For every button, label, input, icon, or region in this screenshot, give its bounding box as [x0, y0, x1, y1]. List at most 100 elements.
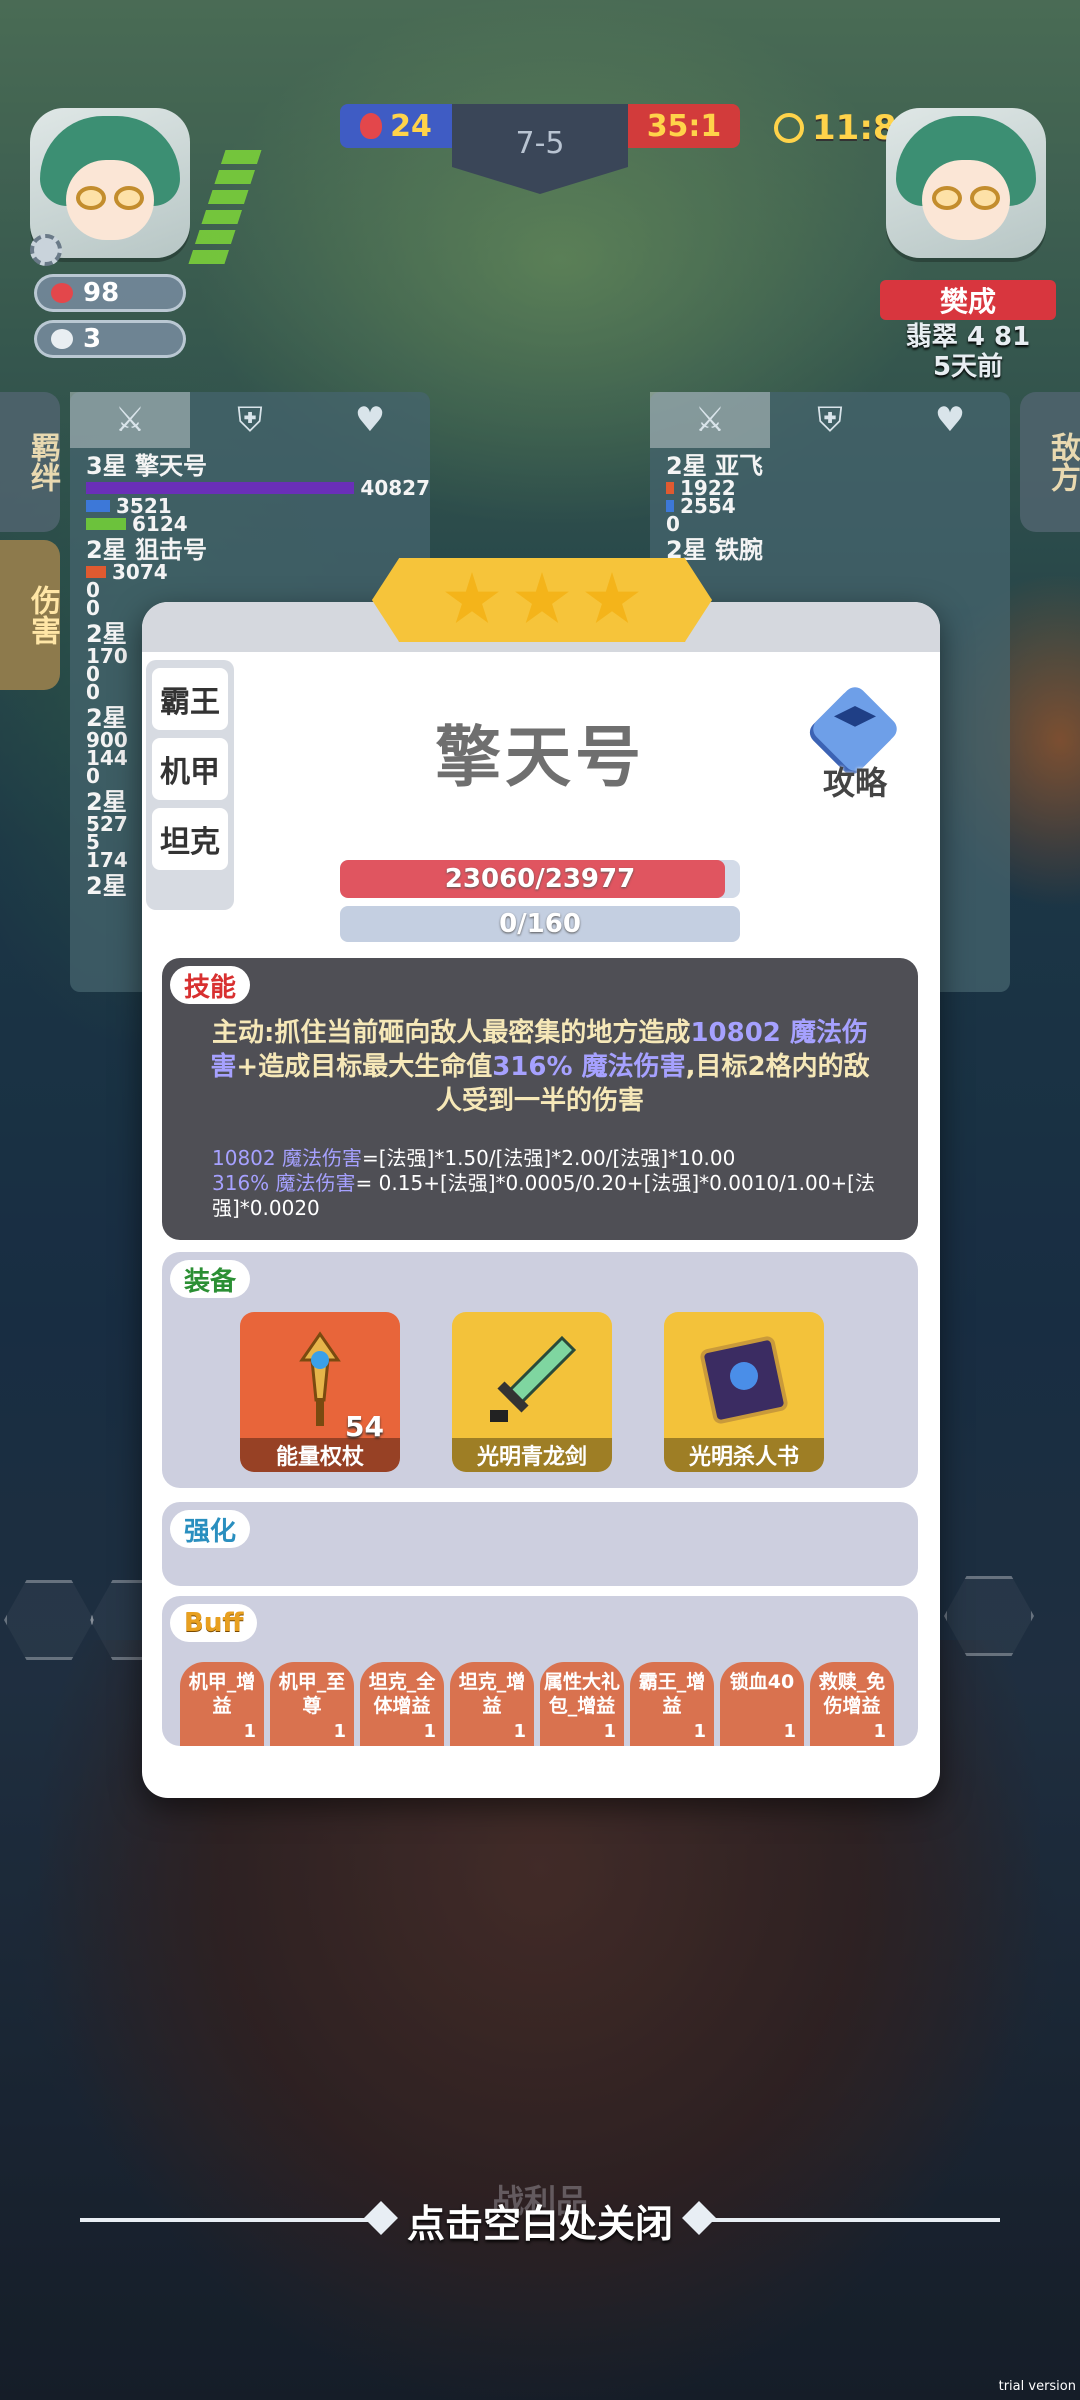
damage-value: 0 [86, 764, 100, 788]
shield-icon[interactable]: ⛨ [190, 392, 310, 448]
heart-icon[interactable]: ♥ [890, 392, 1010, 448]
shield-icon[interactable]: ⛨ [770, 392, 890, 448]
enemy-name: 樊成 [880, 280, 1056, 320]
watermark: trial version [998, 2379, 1076, 2394]
buff-item[interactable]: 锁血40 1 [720, 1662, 804, 1746]
equipment-name: 光明青龙剑 [452, 1438, 612, 1472]
list-item: 3星 擎天号 40827 3521 6124 [70, 454, 430, 536]
list-item: 2星 亚飞 1922 2554 0 [650, 452, 1010, 536]
skill-tag: 技能 [170, 966, 251, 1004]
score-right-value: 35:1 [646, 108, 722, 144]
round-indicator: 7-5 [452, 104, 628, 194]
sword-icon[interactable]: ⚔ [650, 392, 770, 448]
unit-row-name: 2星 狙击号 [86, 536, 208, 564]
sword-icon[interactable]: ⚔ [70, 392, 190, 448]
enemy-info: 翡翠 4 81 5天前 [880, 322, 1056, 382]
tab-enemy[interactable]: 敌方 [1020, 392, 1080, 532]
buff-name: 机甲_增益 [188, 1671, 256, 1717]
timer-value: 11:8 [812, 108, 897, 148]
skill-section: 技能 主动:抓住当前砸向敌人最密集的地方造成10802 魔法伤害+造成目标最大生… [162, 958, 918, 1240]
clock-icon [774, 113, 804, 143]
star-icon [585, 572, 639, 623]
buff-name: 坦克_增益 [458, 1671, 526, 1717]
damage-value: 6124 [132, 512, 188, 536]
buff-item[interactable]: 属性大礼包_增益 1 [540, 1662, 624, 1746]
buff-name: 机甲_至尊 [278, 1671, 346, 1717]
damage-value: 174 [86, 848, 128, 872]
guide-button[interactable]: 攻略 [800, 682, 910, 802]
round-timer: 11:8 [774, 108, 897, 148]
trait-list: 霸王 机甲 坦克 [146, 660, 234, 910]
buff-name: 坦克_全体增益 [368, 1671, 436, 1717]
book-icon [700, 1336, 788, 1424]
skill-description: 主动:抓住当前砸向敌人最密集的地方造成10802 魔法伤害+造成目标最大生命值3… [202, 1016, 878, 1118]
buff-count: 1 [783, 1721, 796, 1742]
enhance-tag: 强化 [170, 1510, 251, 1548]
gear-icon[interactable] [30, 234, 62, 266]
player-coins-pill: 3 [34, 320, 186, 358]
divider [80, 2218, 387, 2222]
heart-icon [51, 283, 73, 303]
unit-name: 擎天号 [435, 719, 645, 796]
star-icon [515, 572, 569, 623]
equipment-section: 装备 54 能量权杖 光明青龙剑 光明杀人书 [162, 1252, 918, 1488]
enemy-avatar[interactable] [886, 108, 1046, 258]
equipment-item[interactable]: 光明杀人书 [664, 1312, 824, 1472]
enhance-section: 强化 [162, 1502, 918, 1586]
unit-health-bar: 23060/23977 [340, 860, 740, 898]
buff-item[interactable]: 霸王_增益 1 [630, 1662, 714, 1746]
sword-icon [490, 1335, 577, 1422]
buff-name: 霸王_增益 [638, 1671, 706, 1717]
buff-item[interactable]: 机甲_增益 1 [180, 1662, 264, 1746]
list-item: 2星 铁腕 [650, 538, 1010, 562]
score-left-value: 24 [390, 108, 432, 144]
formula-label: 316% 魔法伤害 [212, 1171, 356, 1195]
skill-desc-text: +造成目标最大生命值 [236, 1052, 493, 1082]
tab-bond[interactable]: 羁绊 [0, 392, 60, 532]
buff-item[interactable]: 救赎_免伤增益 1 [810, 1662, 894, 1746]
trait-mech[interactable]: 机甲 [152, 738, 228, 800]
equipment-tag: 装备 [170, 1260, 251, 1298]
unit-mana-bar: 0/160 [340, 906, 740, 942]
damage-value: 2554 [680, 494, 736, 518]
player-hp-value: 98 [83, 278, 120, 308]
unit-mana-text: 0/160 [499, 909, 581, 939]
tab-damage[interactable]: 伤害 [0, 540, 60, 690]
buff-item[interactable]: 坦克_增益 1 [450, 1662, 534, 1746]
close-hint[interactable]: 点击空白处关闭 [80, 2190, 1001, 2250]
equipment-item[interactable]: 54 能量权杖 [240, 1312, 400, 1472]
trait-tank[interactable]: 坦克 [152, 808, 228, 870]
close-hint-text: 点击空白处关闭 [407, 2201, 674, 2246]
player-hp-pill: 98 [34, 274, 186, 312]
heart-icon[interactable]: ♥ [310, 392, 430, 448]
skill-formula: 10802 魔法伤害=[法强]*1.50/[法强]*2.00/[法强]*10.0… [212, 1146, 888, 1221]
unit-row-name: 2星 铁腕 [666, 536, 764, 564]
buff-count: 1 [693, 1721, 706, 1742]
unit-row-name: 2星 亚飞 [666, 452, 764, 480]
damage-value: 0 [86, 596, 100, 620]
equipment-item[interactable]: 光明青龙剑 [452, 1312, 612, 1472]
coin-icon [51, 329, 73, 349]
scoreboard: 24 7-5 35:1 [340, 104, 740, 200]
buff-name: 锁血40 [729, 1671, 795, 1693]
score-right: 35:1 [628, 104, 740, 148]
buff-count: 1 [243, 1721, 256, 1742]
buff-count: 1 [603, 1721, 616, 1742]
trait-overlord[interactable]: 霸王 [152, 668, 228, 730]
player-coins-value: 3 [83, 324, 102, 354]
buff-name: 属性大礼包_增益 [544, 1671, 621, 1717]
buff-item[interactable]: 机甲_至尊 1 [270, 1662, 354, 1746]
buff-count: 1 [333, 1721, 346, 1742]
buff-count: 1 [873, 1721, 886, 1742]
divider [693, 2218, 1001, 2222]
equipment-name: 能量权杖 [240, 1438, 400, 1472]
damage-value: 40827 [360, 476, 430, 500]
buff-section: Buff 机甲_增益 1 机甲_至尊 1 坦克_全体增益 1 坦克_增益 1 属性大礼包… [162, 1596, 918, 1746]
damage-value: 0 [666, 512, 680, 536]
formula-label: 10802 魔法伤害 [212, 1146, 362, 1170]
equipment-name: 光明杀人书 [664, 1438, 824, 1472]
buff-item[interactable]: 坦克_全体增益 1 [360, 1662, 444, 1746]
buff-tag: Buff [170, 1604, 258, 1642]
unit-health-text: 23060/23977 [444, 864, 636, 894]
enemy-rank: 翡翠 4 81 [905, 322, 1031, 352]
